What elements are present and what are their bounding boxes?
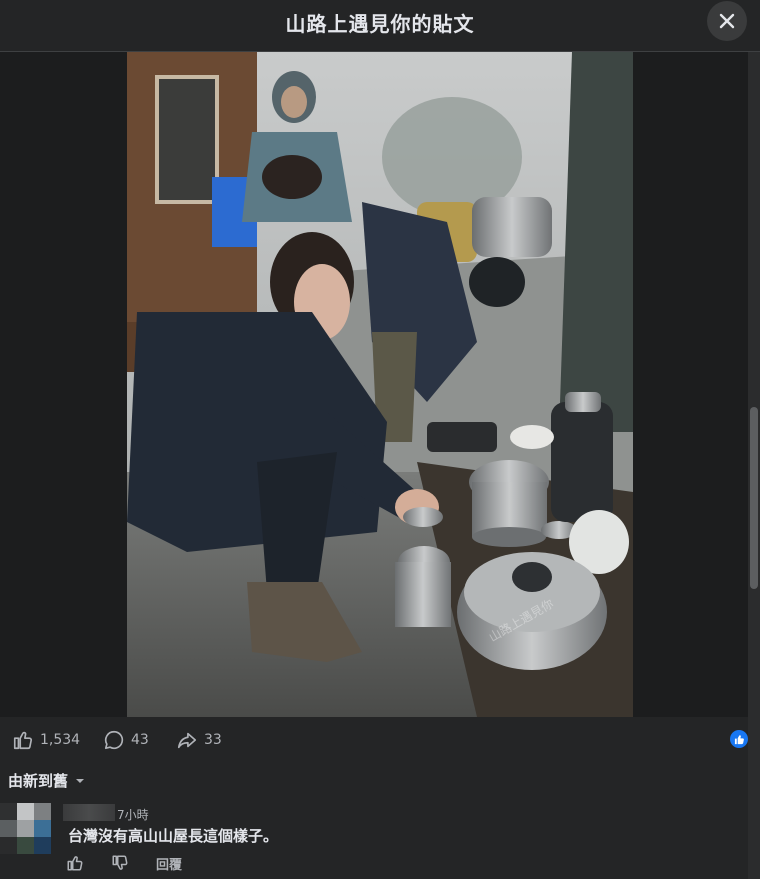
header-bar: 山路上遇見你的貼文 [0, 0, 760, 52]
photo-illustration: 山路上遇見你 [127, 52, 633, 717]
caret-down-icon [76, 778, 85, 783]
thumbs-down-icon [112, 855, 128, 870]
close-icon [719, 13, 735, 29]
post-action-bar: 1,534 43 33 [0, 717, 748, 765]
image-stage: 山路上遇見你 [0, 52, 748, 717]
comment-reply-button[interactable]: 回覆 [156, 852, 201, 874]
like-count: 1,534 [40, 732, 81, 748]
page-title: 山路上遇見你的貼文 [285, 12, 475, 36]
close-button[interactable] [707, 1, 747, 41]
commenter-avatar[interactable] [0, 803, 52, 855]
comment-timestamp[interactable]: 7小時 [117, 806, 149, 823]
comment-actions: 回覆 [66, 852, 201, 874]
scrollbar-thumb[interactable] [750, 407, 758, 589]
like-reaction-badge[interactable] [730, 730, 748, 748]
comment-button[interactable]: 43 [103, 729, 149, 751]
commenter-name-blurred[interactable] [63, 804, 115, 821]
thumbs-up-icon [13, 731, 32, 750]
comment-dislike-button[interactable] [111, 852, 156, 874]
share-count: 33 [204, 732, 222, 748]
thumbs-up-icon [67, 856, 83, 871]
like-reaction-icon [734, 734, 744, 744]
share-arrow-icon [177, 732, 197, 749]
post-photo[interactable]: 山路上遇見你 [127, 52, 633, 717]
comment-like-button[interactable] [66, 852, 111, 874]
scrollbar[interactable] [748, 52, 760, 879]
share-button[interactable]: 33 [176, 729, 222, 751]
post-viewer: 山路上遇見你的貼文 山路上遇見你 1,534 43 33 由新到舊 7小時 台灣… [0, 0, 760, 879]
comment-sort-dropdown[interactable]: 由新到舊 [8, 770, 86, 791]
comment-count: 43 [131, 732, 149, 748]
like-button[interactable]: 1,534 [12, 729, 80, 751]
comment-text: 台灣沒有高山山屋長這個樣子。 [68, 827, 279, 845]
comment-bubble-icon [104, 730, 124, 750]
sort-label: 由新到舊 [8, 772, 69, 790]
